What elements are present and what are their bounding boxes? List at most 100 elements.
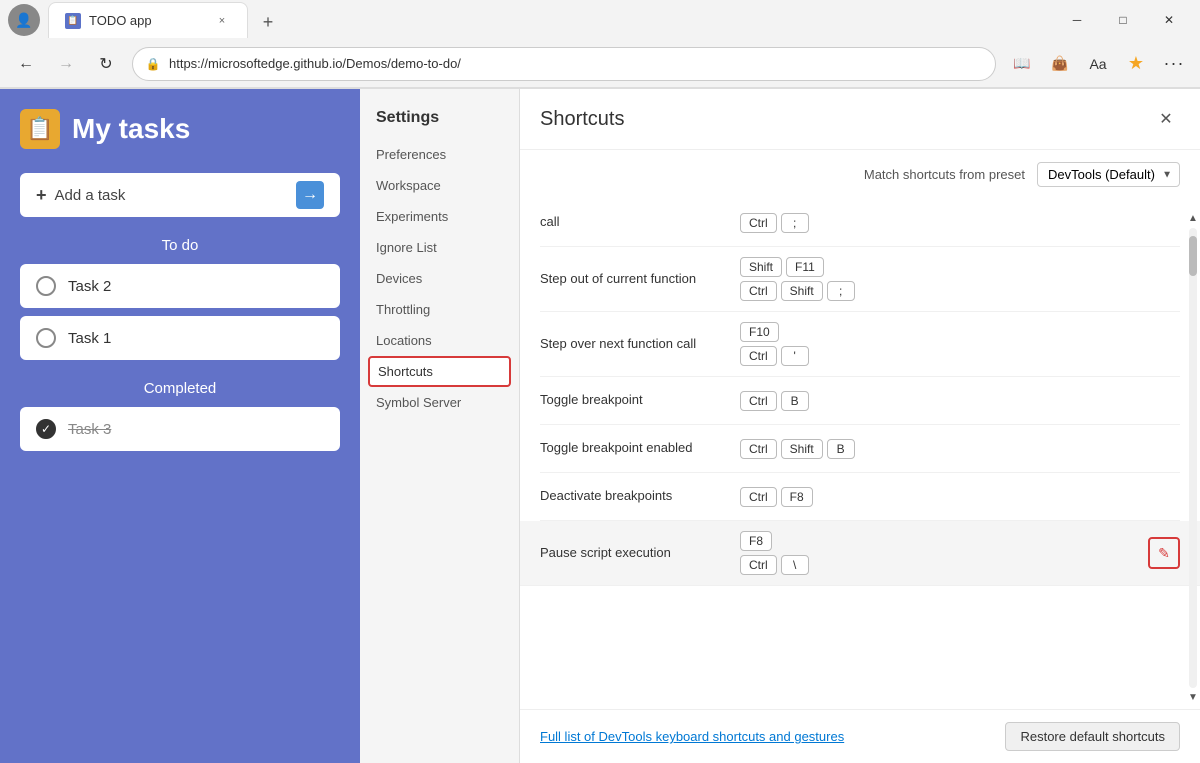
nav-actions: 📖 👜 Aa ★ ··· (1004, 46, 1192, 82)
shortcut-row-pause-script: Pause script execution F8 Ctrl \ ✎ (520, 521, 1200, 586)
todo-title: My tasks (72, 113, 190, 145)
todo-icon: 📋 (20, 109, 60, 149)
shortcut-name: call (540, 213, 740, 231)
key-badge: \ (781, 555, 809, 575)
browser-tab[interactable]: 📋 TODO app × (48, 2, 248, 38)
address-bar[interactable]: 🔒 https://microsoftedge.github.io/Demos/… (132, 47, 996, 81)
key-row: F10 (740, 322, 1180, 342)
task-item[interactable]: Task 1 (20, 316, 340, 360)
shortcut-name: Step out of current function (540, 270, 740, 288)
task-label: Task 2 (68, 278, 111, 295)
shortcut-name: Deactivate breakpoints (540, 487, 740, 505)
shortcut-row-toggle-bp-enabled: Toggle breakpoint enabled Ctrl Shift B (540, 425, 1180, 473)
add-task-bar[interactable]: + Add a task → (20, 173, 340, 217)
collections-button[interactable]: 👜 (1042, 46, 1078, 82)
settings-panel: Settings Preferences Workspace Experimen… (360, 89, 520, 763)
settings-item-experiments[interactable]: Experiments (360, 201, 519, 232)
back-button[interactable]: ← (8, 46, 44, 82)
task-checkbox-done[interactable]: ✓ (36, 419, 56, 439)
preset-bar: Match shortcuts from preset DevTools (De… (520, 150, 1200, 199)
shortcut-keys: Ctrl B (740, 391, 1180, 411)
task-item[interactable]: Task 2 (20, 264, 340, 308)
address-url: https://microsoftedge.github.io/Demos/de… (169, 56, 983, 71)
settings-item-workspace[interactable]: Workspace (360, 170, 519, 201)
lock-icon: 🔒 (145, 56, 161, 72)
minimize-button[interactable]: ─ (1054, 4, 1100, 36)
shortcuts-title: Shortcuts (540, 108, 624, 131)
shortcut-row-toggle-bp: Toggle breakpoint Ctrl B (540, 377, 1180, 425)
shortcut-keys-multi: F8 Ctrl \ (740, 531, 1148, 575)
shortcut-keys: Ctrl ; (740, 213, 1180, 233)
key-badge: Ctrl (740, 346, 777, 366)
key-badge: Shift (781, 281, 823, 301)
key-badge: Ctrl (740, 439, 777, 459)
close-window-button[interactable]: ✕ (1146, 4, 1192, 36)
task-checkbox[interactable] (36, 276, 56, 296)
key-badge: Shift (781, 439, 823, 459)
restore-defaults-button[interactable]: Restore default shortcuts (1005, 722, 1180, 751)
settings-item-shortcuts[interactable]: Shortcuts (368, 356, 511, 387)
task-label-done: Task 3 (68, 421, 111, 438)
scroll-thumb (1189, 236, 1197, 276)
edit-shortcut-button[interactable]: ✎ (1148, 537, 1180, 569)
scroll-track (1189, 228, 1197, 688)
title-bar: 👤 📋 TODO app × + ─ □ ✕ (0, 0, 1200, 40)
shortcut-keys: Ctrl Shift B (740, 439, 1180, 459)
maximize-button[interactable]: □ (1100, 4, 1146, 36)
key-badge: F11 (786, 257, 824, 277)
scroll-down-button[interactable]: ▼ (1184, 688, 1200, 707)
profile-avatar[interactable]: 👤 (8, 4, 40, 36)
key-badge: Ctrl (740, 281, 777, 301)
settings-item-ignore-list[interactable]: Ignore List (360, 232, 519, 263)
shortcut-name: Toggle breakpoint enabled (540, 439, 740, 457)
plus-icon: + (36, 185, 47, 206)
settings-item-locations[interactable]: Locations (360, 325, 519, 356)
close-shortcuts-button[interactable]: ✕ (1152, 105, 1180, 133)
shortcuts-footer: Full list of DevTools keyboard shortcuts… (520, 709, 1200, 763)
settings-item-symbol-server[interactable]: Symbol Server (360, 387, 519, 418)
key-badge: F8 (781, 487, 813, 507)
more-button[interactable]: ··· (1156, 46, 1192, 82)
favorites-button[interactable]: ★ (1118, 46, 1154, 82)
key-row: Shift F11 (740, 257, 1180, 277)
refresh-button[interactable]: ↻ (88, 46, 124, 82)
key-badge: B (827, 439, 855, 459)
add-task-label: Add a task (55, 187, 296, 204)
shortcuts-header: Shortcuts ✕ (520, 89, 1200, 150)
key-badge: F10 (740, 322, 779, 342)
devtools-shortcuts-link[interactable]: Full list of DevTools keyboard shortcuts… (540, 729, 844, 744)
settings-item-throttling[interactable]: Throttling (360, 294, 519, 325)
settings-title: Settings (360, 101, 519, 139)
shortcut-row-step-over: Step over next function call F10 Ctrl ' (540, 312, 1180, 377)
add-task-arrow[interactable]: → (296, 181, 324, 209)
todo-section-title: To do (20, 237, 340, 254)
preset-label: Match shortcuts from preset (864, 167, 1025, 182)
shortcut-keys-multi: Shift F11 Ctrl Shift ; (740, 257, 1180, 301)
settings-item-devices[interactable]: Devices (360, 263, 519, 294)
new-tab-button[interactable]: + (252, 6, 284, 38)
key-badge: Ctrl (740, 555, 777, 575)
task-label: Task 1 (68, 330, 111, 347)
reading-view-button[interactable]: Aa (1080, 46, 1116, 82)
task-item-completed[interactable]: ✓ Task 3 (20, 407, 340, 451)
shortcuts-list: call Ctrl ; Step out of current function… (520, 199, 1200, 709)
key-row: Ctrl \ (740, 555, 1148, 575)
shortcut-name: Pause script execution (540, 544, 740, 562)
key-badge: ' (781, 346, 809, 366)
shortcuts-panel: Shortcuts ✕ Match shortcuts from preset … (520, 89, 1200, 763)
key-badge: Ctrl (740, 213, 777, 233)
scrollbar[interactable]: ▲ ▼ (1186, 209, 1200, 707)
preset-select[interactable]: DevTools (Default) (1037, 162, 1180, 187)
scroll-up-button[interactable]: ▲ (1184, 209, 1200, 228)
main-content: 📋 My tasks + Add a task → To do Task 2 T… (0, 88, 1200, 763)
key-badge: B (781, 391, 809, 411)
key-badge: F8 (740, 531, 772, 551)
settings-item-preferences[interactable]: Preferences (360, 139, 519, 170)
read-aloud-button[interactable]: 📖 (1004, 46, 1040, 82)
task-checkbox[interactable] (36, 328, 56, 348)
tab-close-button[interactable]: × (213, 12, 231, 30)
forward-button[interactable]: → (48, 46, 84, 82)
key-row: Ctrl ' (740, 346, 1180, 366)
shortcut-row-call: call Ctrl ; (540, 199, 1180, 247)
shortcut-name: Step over next function call (540, 335, 740, 353)
